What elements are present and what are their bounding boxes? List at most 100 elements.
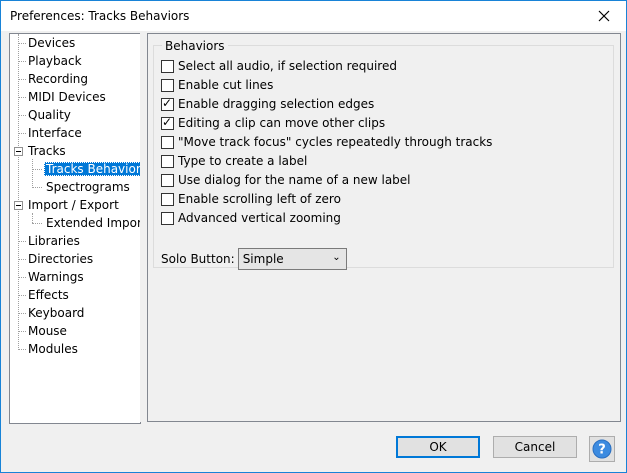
preferences-tree[interactable]: Devices Playback Recording MIDI Devices … xyxy=(9,33,141,424)
tree-item-mouse[interactable]: Mouse xyxy=(28,322,67,340)
tree-item-label: Extended Import xyxy=(46,216,141,230)
tree-line xyxy=(18,97,26,98)
tree-item-label: Quality xyxy=(28,108,71,122)
option-advanced-vertical-zoom[interactable]: Advanced vertical zooming xyxy=(161,210,341,226)
solo-button-value: Simple xyxy=(242,252,284,266)
window-title: Preferences: Tracks Behaviors xyxy=(10,9,190,23)
tree-item-label: Effects xyxy=(28,288,69,302)
option-label: Enable dragging selection edges xyxy=(178,97,375,111)
tree-item-label: Recording xyxy=(28,72,89,86)
ok-button[interactable]: OK xyxy=(396,436,480,458)
tree-item-extended-import[interactable]: Extended Import xyxy=(46,214,141,232)
help-button[interactable]: ? xyxy=(589,436,615,462)
option-type-to-create-label[interactable]: Type to create a label xyxy=(161,153,307,169)
preferences-window: Preferences: Tracks Behaviors Devices Pl… xyxy=(0,0,627,473)
tree-item-directories[interactable]: Directories xyxy=(28,250,93,268)
option-label: Advanced vertical zooming xyxy=(178,211,341,225)
tree-item-label: MIDI Devices xyxy=(28,90,106,104)
tree-item-interface[interactable]: Interface xyxy=(28,124,82,142)
cancel-button-label: Cancel xyxy=(514,440,556,454)
tree-item-label: Import / Export xyxy=(28,198,119,212)
option-enable-dragging[interactable]: Enable dragging selection edges xyxy=(161,96,374,112)
tree-item-warnings[interactable]: Warnings xyxy=(28,268,84,286)
tree-line xyxy=(18,61,26,62)
tree-line xyxy=(18,349,26,350)
tree-item-libraries[interactable]: Libraries xyxy=(28,232,80,250)
checkbox[interactable] xyxy=(161,59,174,73)
option-label: Editing a clip can move other clips xyxy=(178,116,386,130)
tree-item-label: Playback xyxy=(28,54,82,68)
import-export-collapse-icon[interactable] xyxy=(14,201,23,210)
tree-line xyxy=(18,331,26,332)
checkbox[interactable] xyxy=(161,192,174,206)
tree-line xyxy=(18,295,26,296)
title-bar: Preferences: Tracks Behaviors xyxy=(1,1,626,31)
option-move-track-focus[interactable]: "Move track focus" cycles repeatedly thr… xyxy=(161,134,492,150)
tree-item-quality[interactable]: Quality xyxy=(28,106,71,124)
help-icon-glyph: ? xyxy=(598,443,606,458)
checkbox[interactable] xyxy=(161,115,174,130)
option-scroll-left-zero[interactable]: Enable scrolling left of zero xyxy=(161,191,341,207)
tree-item-label: Tracks xyxy=(28,144,66,158)
tree-item-import-export[interactable]: Import / Export xyxy=(28,196,119,214)
help-icon: ? xyxy=(592,439,612,459)
splitter[interactable] xyxy=(140,33,146,422)
tree-item-label: Interface xyxy=(28,126,82,140)
checkbox[interactable] xyxy=(161,78,174,92)
tree-line xyxy=(18,241,26,242)
checkbox[interactable] xyxy=(161,135,174,149)
tree-line xyxy=(18,313,26,314)
option-editing-clip-move[interactable]: Editing a clip can move other clips xyxy=(161,115,385,131)
tree-line xyxy=(18,43,26,44)
tree-line xyxy=(32,159,33,186)
tree-item-label: Libraries xyxy=(28,234,80,248)
option-label: Type to create a label xyxy=(178,154,308,168)
tree-item-tracks-behaviors[interactable]: Tracks Behaviors xyxy=(44,160,140,178)
close-button[interactable] xyxy=(581,1,626,31)
tree-item-devices[interactable]: Devices xyxy=(28,34,75,52)
tree-item-keyboard[interactable]: Keyboard xyxy=(28,304,84,322)
ok-button-label: OK xyxy=(429,440,447,454)
tree-item-spectrograms[interactable]: Spectrograms xyxy=(46,178,130,196)
group-title: Behaviors xyxy=(162,39,228,53)
tree-line xyxy=(32,169,42,170)
checkbox[interactable] xyxy=(161,96,174,111)
tree-item-recording[interactable]: Recording xyxy=(28,70,88,88)
option-label: "Move track focus" cycles repeatedly thr… xyxy=(178,135,493,149)
chevron-down-icon: ⌄ xyxy=(332,252,341,263)
checkbox[interactable] xyxy=(161,154,174,168)
tree-line xyxy=(32,213,33,223)
tree-item-label: Mouse xyxy=(28,324,67,338)
tree-item-tracks[interactable]: Tracks xyxy=(28,142,66,160)
solo-button-row: Solo Button: Simple ⌄ xyxy=(161,248,347,270)
tree-item-label: Spectrograms xyxy=(46,180,130,194)
tree-line xyxy=(18,79,26,80)
tree-line xyxy=(18,277,26,278)
tree-line xyxy=(18,115,26,116)
solo-button-label: Solo Button: xyxy=(161,252,235,266)
tree-item-effects[interactable]: Effects xyxy=(28,286,69,304)
checkbox[interactable] xyxy=(161,173,174,187)
tree-item-midi-devices[interactable]: MIDI Devices xyxy=(28,88,106,106)
settings-panel: Behaviors Select all audio, if selection… xyxy=(147,33,621,422)
tree-line xyxy=(32,187,42,188)
option-enable-cut-lines[interactable]: Enable cut lines xyxy=(161,77,273,93)
option-label: Use dialog for the name of a new label xyxy=(178,173,411,187)
option-use-dialog-label[interactable]: Use dialog for the name of a new label xyxy=(161,172,411,188)
tree-item-modules[interactable]: Modules xyxy=(28,340,78,358)
tree-item-playback[interactable]: Playback xyxy=(28,52,82,70)
tree-item-label: Modules xyxy=(28,342,78,356)
tree-line xyxy=(18,133,26,134)
tree-item-label: Directories xyxy=(28,252,94,266)
tracks-collapse-icon[interactable] xyxy=(14,147,23,156)
cancel-button[interactable]: Cancel xyxy=(493,436,577,458)
solo-button-select[interactable]: Simple ⌄ xyxy=(237,248,347,270)
checkbox[interactable] xyxy=(161,211,174,225)
tree-item-label: Warnings xyxy=(28,270,84,284)
tree-line xyxy=(18,259,26,260)
behaviors-group: Behaviors Select all audio, if selection… xyxy=(153,39,614,270)
option-select-all-audio[interactable]: Select all audio, if selection required xyxy=(161,58,397,74)
tree-item-label: Keyboard xyxy=(28,306,85,320)
tree-line xyxy=(32,223,42,224)
close-icon xyxy=(598,10,609,22)
